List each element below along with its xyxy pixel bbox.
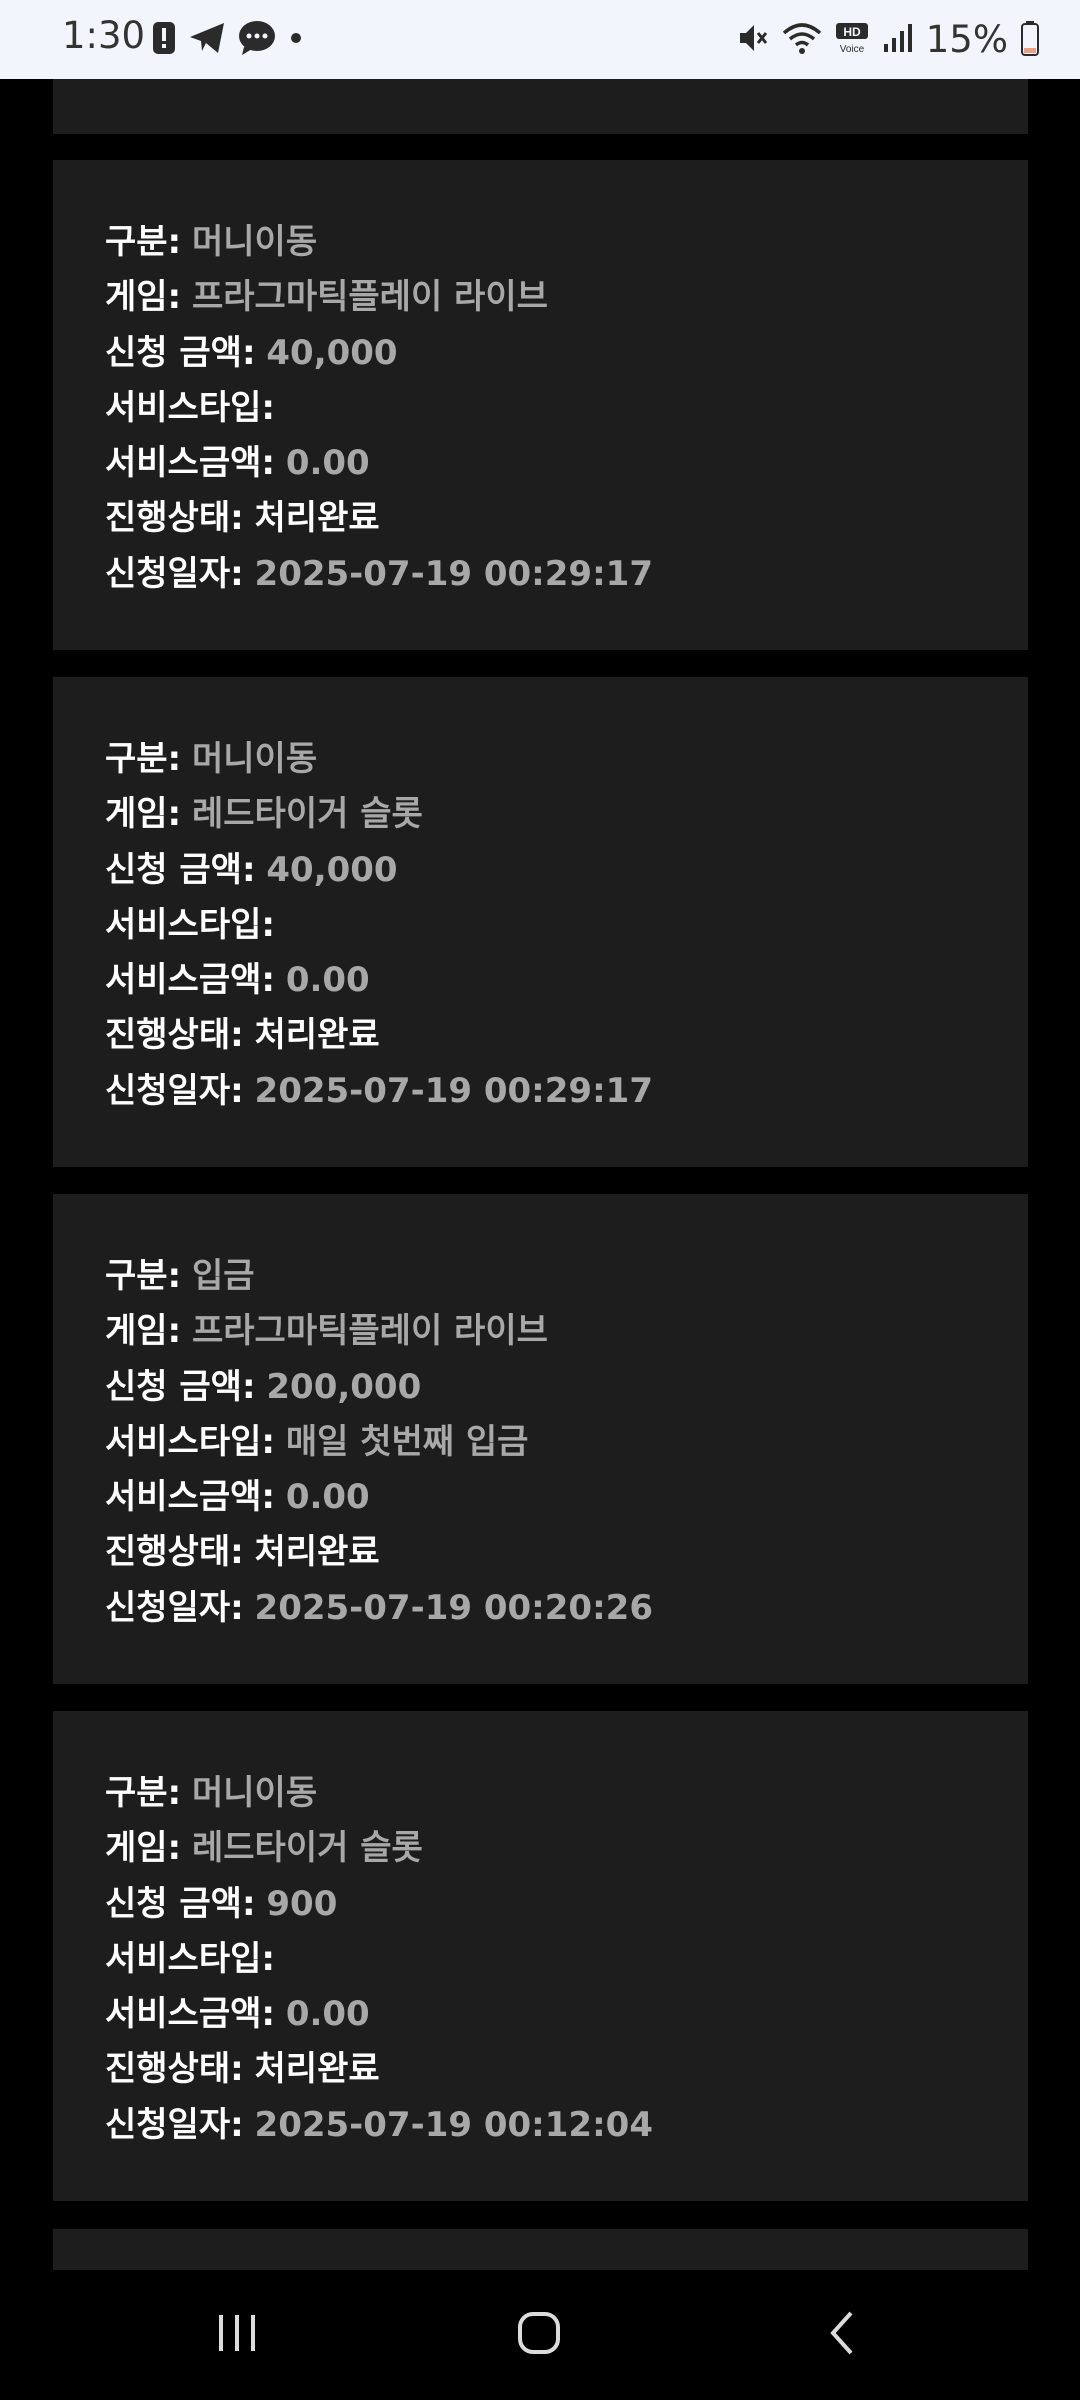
row-category: 구분: 머니이동 xyxy=(105,222,318,262)
list-item: 구분: 입금 게임: 프라그마틱플레이 라이브 신청 금액: 200,000 서… xyxy=(53,1194,1028,1684)
recents-button[interactable] xyxy=(207,2305,267,2365)
row-progress: 진행상태: 처리완료 xyxy=(105,1015,380,1056)
home-button[interactable] xyxy=(509,2305,569,2365)
list-item: 구분: 머니이동 게임: 프라그마틱플레이 라이브 신청 금액: 40,000 … xyxy=(53,160,1028,650)
row-date: 신청일자: 2025-07-19 00:20:26 xyxy=(105,1587,653,1628)
row-service-type: 서비스타입: xyxy=(105,1938,275,1979)
row-date: 신청일자: 2025-07-19 00:29:17 xyxy=(105,553,653,594)
row-game: 게임: 프라그마틱플레이 라이브 xyxy=(105,277,548,318)
row-service-amount: 서비스금액: 0.00 xyxy=(105,1994,370,2035)
row-service-type: 서비스타입: xyxy=(105,904,275,945)
battery-level: 15% xyxy=(925,18,1008,61)
navigation-bar xyxy=(0,2270,1080,2400)
status-badge: 처리완료 xyxy=(254,1532,380,1573)
chat-icon xyxy=(238,20,276,60)
back-button[interactable] xyxy=(812,2305,872,2365)
mute-icon xyxy=(736,21,770,59)
recents-icon xyxy=(215,2313,259,2357)
list-item: 구분: 머니이동 게임: 레드타이거 슬롯 신청 금액: 40,000 서비스타… xyxy=(53,677,1028,1167)
row-service-type: 서비스타입: xyxy=(105,387,275,428)
list-item: 구분: 머니이동 게임: 레드타이거 슬롯 신청 금액: 900 서비스타입: … xyxy=(53,1711,1028,2201)
row-service-type: 서비스타입: 매일 첫번째 입금 xyxy=(105,1421,529,1462)
row-category: 구분: 입금 xyxy=(105,1256,255,1296)
row-progress: 진행상태: 처리완료 xyxy=(105,2049,380,2090)
row-date: 신청일자: 2025-07-19 00:29:17 xyxy=(105,1070,653,1111)
row-progress: 진행상태: 처리완료 xyxy=(105,498,380,539)
row-amount: 신청 금액: 40,000 xyxy=(105,849,398,890)
row-category: 구분: 머니이동 xyxy=(105,1773,318,1813)
notification-icons xyxy=(152,20,304,60)
row-game: 게임: 레드타이거 슬롯 xyxy=(105,1828,423,1869)
status-badge: 처리완료 xyxy=(254,2049,380,2090)
row-service-amount: 서비스금액: 0.00 xyxy=(105,443,370,484)
row-service-amount: 서비스금액: 0.00 xyxy=(105,1477,370,1518)
list-item-partial-top xyxy=(53,79,1028,134)
row-game: 게임: 레드타이거 슬롯 xyxy=(105,794,423,835)
row-amount: 신청 금액: 200,000 xyxy=(105,1366,422,1407)
dot-icon xyxy=(288,30,304,50)
row-date: 신청일자: 2025-07-19 00:12:04 xyxy=(105,2104,653,2145)
status-time: 1:30 xyxy=(62,14,146,57)
signal-icon xyxy=(882,22,914,58)
svg-text:HD: HD xyxy=(843,25,861,39)
home-icon xyxy=(517,2311,561,2359)
svg-text:Voice: Voice xyxy=(840,44,865,55)
row-progress: 진행상태: 처리완료 xyxy=(105,1532,380,1573)
status-badge: 처리완료 xyxy=(254,1015,380,1056)
status-bar: 1:30 HD Voice 15% xyxy=(0,0,1080,79)
back-icon xyxy=(827,2310,857,2360)
row-amount: 신청 금액: 900 xyxy=(105,1883,338,1924)
history-list[interactable]: 구분: 머니이동 게임: 프라그마틱플레이 라이브 신청 금액: 40,000 … xyxy=(0,79,1080,2270)
hd-voice-icon: HD Voice xyxy=(834,21,870,59)
battery-icon xyxy=(1020,20,1040,60)
wifi-icon xyxy=(782,21,822,59)
row-service-amount: 서비스금액: 0.00 xyxy=(105,960,370,1001)
row-game: 게임: 프라그마틱플레이 라이브 xyxy=(105,1311,548,1352)
system-icons: HD Voice 15% xyxy=(736,18,1040,61)
alert-icon xyxy=(152,21,176,59)
telegram-icon xyxy=(188,21,226,59)
row-category: 구분: 머니이동 xyxy=(105,739,318,779)
status-badge: 처리완료 xyxy=(254,498,380,539)
list-item-partial-bottom xyxy=(53,2229,1028,2270)
row-amount: 신청 금액: 40,000 xyxy=(105,332,398,373)
